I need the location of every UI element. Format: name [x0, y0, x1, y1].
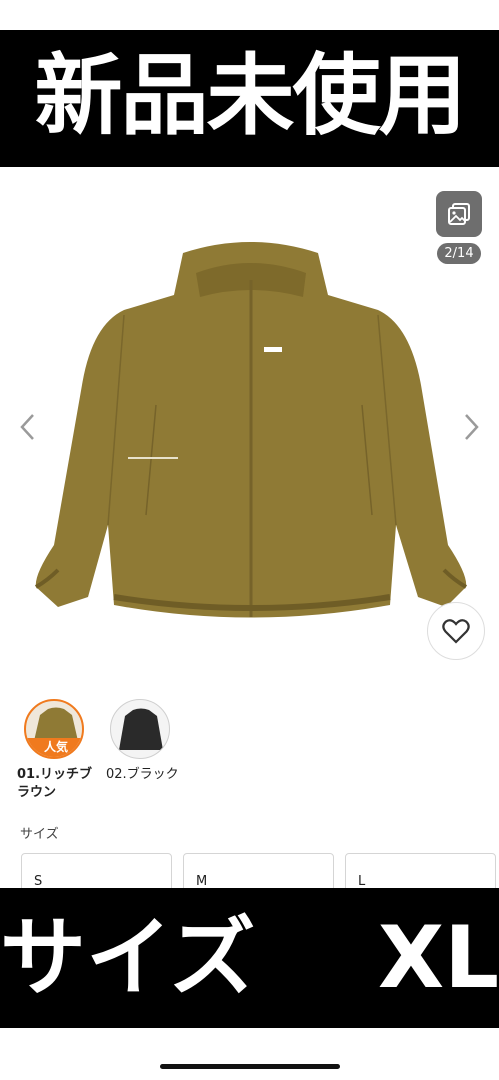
product-image: [34, 242, 468, 618]
bottom-banner-size: サイズ: [0, 908, 256, 1008]
heart-icon: [442, 619, 470, 644]
size-label-s: S: [34, 874, 43, 889]
gallery-button[interactable]: [436, 191, 482, 237]
home-indicator[interactable]: [160, 1064, 340, 1069]
size-heading: サイズ: [20, 827, 59, 842]
color-swatch-black[interactable]: [110, 699, 170, 759]
size-label-m: M: [196, 874, 208, 889]
favorite-button[interactable]: [427, 602, 485, 660]
swatch-jacket-black: [119, 708, 163, 750]
color-label-2: 02.ブラック: [106, 767, 179, 782]
color-swatch-rich-brown[interactable]: 人気: [24, 699, 84, 759]
size-label-l: L: [358, 874, 366, 889]
bottom-banner: サイズ XL: [0, 888, 499, 1028]
color-label-1: 01.リッチブラウン: [17, 767, 93, 800]
gallery-icon: [448, 203, 470, 225]
bottom-banner-xl: XL: [377, 908, 499, 1008]
popular-badge: 人気: [26, 738, 82, 757]
top-banner-text: 新品未使用: [34, 44, 466, 147]
top-banner: 新品未使用: [0, 30, 499, 167]
